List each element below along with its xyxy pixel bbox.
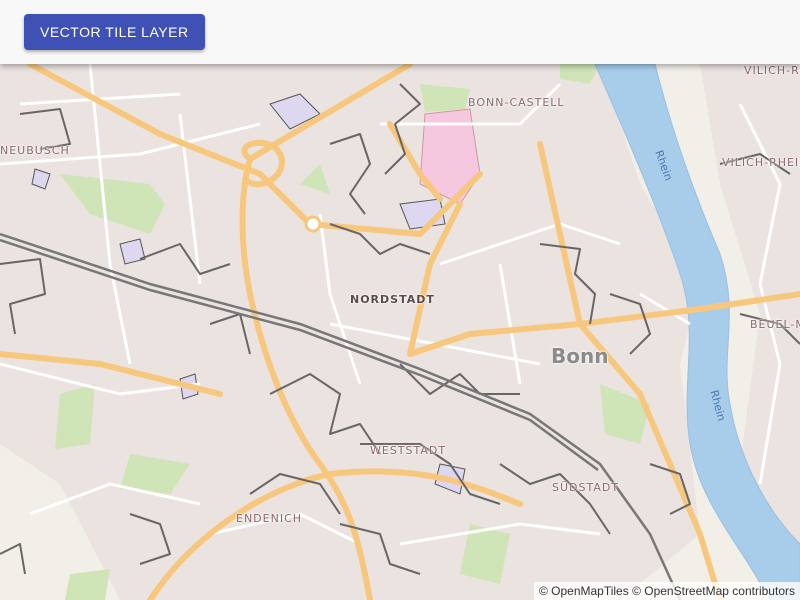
map-svg[interactable] <box>0 64 800 600</box>
place-label-endenich: ENDENICH <box>236 512 303 525</box>
place-label-nordstadt: NORDSTADT <box>350 293 435 306</box>
app-toolbar: VECTOR TILE LAYER <box>0 0 800 64</box>
place-label-vilich-rheindorf-upper: VILICH-RHEINDORF <box>744 64 800 77</box>
place-label-bonn-castell: BONN-CASTELL <box>468 96 565 109</box>
place-label-neubusch: NEUBUSCH <box>0 144 70 157</box>
roundabout <box>304 215 322 233</box>
place-label-vilich-rheindorf: VILICH-RHEINDORF <box>722 156 800 169</box>
map-canvas[interactable]: BONN-CASTELL VILICH-RHEINDORF VILICH-RHE… <box>0 64 800 600</box>
vector-tile-layer-button[interactable]: VECTOR TILE LAYER <box>24 14 205 50</box>
place-label-bonn-city: Bonn <box>551 344 609 368</box>
place-label-weststadt: WESTSTADT <box>370 444 447 457</box>
map-attribution[interactable]: © OpenMapTiles © OpenStreetMap contribut… <box>533 582 800 600</box>
place-label-suedstadt: SÜDSTADT <box>552 481 620 494</box>
place-label-beuel-mitte: BEUEL-MI <box>750 318 800 331</box>
